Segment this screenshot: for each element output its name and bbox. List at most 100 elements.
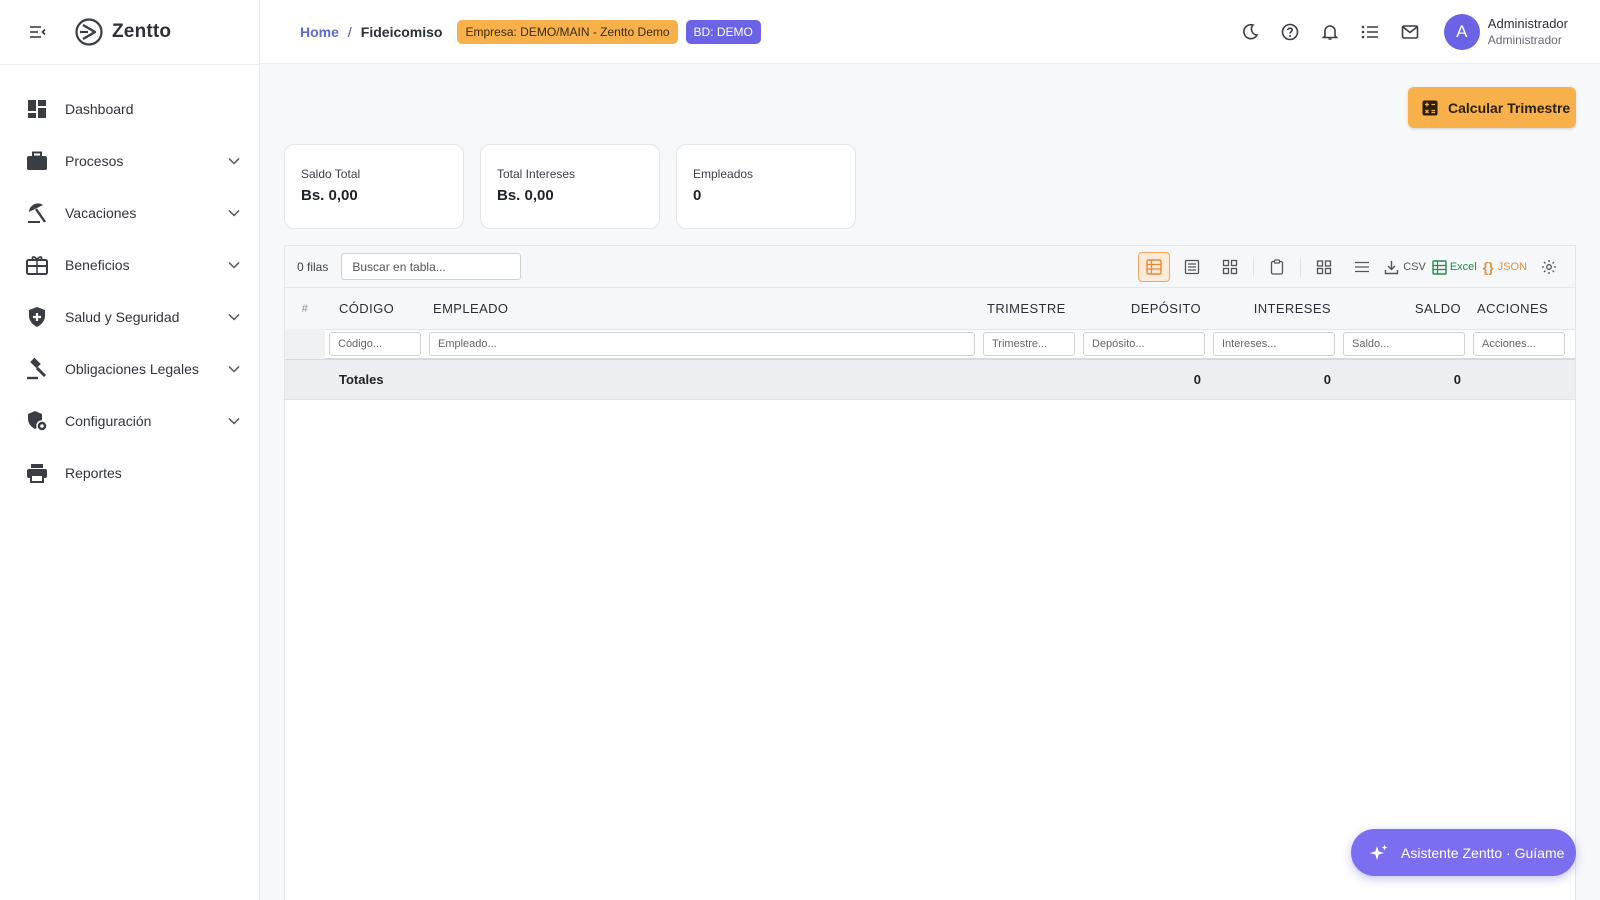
rows-count: 0 filas [297, 259, 329, 274]
sidebar-item-label: Procesos [65, 153, 124, 169]
card-value: 0 [693, 187, 702, 204]
grid-search-input[interactable] [341, 253, 522, 280]
table-view-icon[interactable] [1138, 252, 1171, 282]
json-braces-icon: {} [1482, 259, 1494, 275]
filter-saldo-input[interactable] [1343, 332, 1465, 356]
totals-intereses: 0 [1323, 372, 1331, 387]
gavel-icon [26, 358, 48, 380]
sidebar-item-label: Dashboard [65, 101, 134, 117]
col-header-codigo[interactable]: CÓDIGO [325, 301, 425, 316]
printer-icon [26, 462, 48, 484]
sidebar-item-label: Beneficios [65, 257, 130, 273]
chevron-down-icon [227, 206, 241, 220]
card-label: Empleados [693, 167, 754, 181]
filter-codigo-input[interactable] [329, 332, 421, 356]
grid-tools: CSV Excel {} JSON [1135, 246, 1575, 288]
avatar: A [1443, 14, 1480, 50]
sidebar-nav: Dashboard Procesos Vacaciones Beneficios [0, 65, 259, 499]
user-info: Administrador Administrador [1488, 15, 1568, 49]
col-header-trimestre[interactable]: TRIMESTRE [979, 301, 1079, 316]
task-list-icon[interactable] [1350, 12, 1390, 52]
mail-icon[interactable] [1390, 12, 1430, 52]
column-chooser-icon[interactable] [1308, 252, 1340, 282]
summary-card-saldo-total: Saldo Total Bs. 0,00 [284, 144, 464, 229]
sidebar-item-configuracion[interactable]: Configuración [0, 395, 259, 447]
card-label: Saldo Total [301, 167, 361, 181]
grid-filter-row [285, 329, 1575, 360]
toolbar-divider [1300, 257, 1302, 277]
card-view-icon[interactable] [1214, 252, 1246, 282]
col-header-intereses[interactable]: INTERESES [1209, 301, 1339, 316]
grid-toolbar: 0 filas CSV [285, 246, 1575, 288]
topbar-actions: A Administrador Administrador [1230, 0, 1600, 64]
export-json-button[interactable]: {} JSON [1483, 252, 1527, 282]
sidebar-item-label: Salud y Seguridad [65, 309, 180, 325]
export-csv-button[interactable]: CSV [1384, 252, 1426, 282]
sidebar-item-label: Reportes [65, 465, 122, 481]
spreadsheet-icon [1432, 259, 1447, 275]
chevron-down-icon [227, 154, 241, 168]
breadcrumb: Home / Fideicomiso [300, 24, 442, 40]
card-value: Bs. 0,00 [301, 187, 358, 204]
chevron-down-icon [227, 414, 241, 428]
sidebar-item-procesos[interactable]: Procesos [0, 135, 259, 187]
calculator-icon [1422, 100, 1438, 115]
user-role: Administrador [1487, 33, 1562, 47]
export-json-label: JSON [1497, 261, 1527, 273]
collapse-menu-icon[interactable] [28, 22, 48, 42]
filter-index-cell [285, 329, 325, 359]
briefcase-icon [26, 150, 48, 172]
grid-settings-gear-icon[interactable] [1533, 252, 1565, 282]
app-logo[interactable]: Zentto [74, 17, 171, 47]
sparkles-icon [1370, 844, 1388, 860]
density-icon[interactable] [1346, 252, 1378, 282]
company-badge[interactable]: Empresa: DEMO/MAIN - Zentto Demo [457, 19, 678, 44]
export-excel-label: Excel [1449, 261, 1477, 273]
breadcrumb-home-link[interactable]: Home [300, 24, 339, 40]
export-excel-button[interactable]: Excel [1432, 252, 1477, 282]
sidebar-item-label: Configuración [65, 413, 152, 429]
filter-acciones-input[interactable] [1473, 332, 1565, 356]
dark-mode-icon[interactable] [1230, 12, 1270, 52]
grid-totals-row: Totales 0 0 0 [285, 360, 1575, 400]
sidebar-item-obligaciones-legales[interactable]: Obligaciones Legales [0, 343, 259, 395]
topbar: Home / Fideicomiso Empresa: DEMO/MAIN - … [260, 0, 1600, 64]
filter-deposito-input[interactable] [1083, 332, 1205, 356]
zentto-logo-icon [75, 18, 103, 46]
filter-empleado-input[interactable] [429, 332, 975, 356]
sidebar-item-salud-seguridad[interactable]: Salud y Seguridad [0, 291, 259, 343]
database-badge[interactable]: BD: DEMO [685, 19, 761, 44]
sidebar-item-vacaciones[interactable]: Vacaciones [0, 187, 259, 239]
summary-card-empleados: Empleados 0 [676, 144, 856, 229]
assistant-label: Asistente Zentto · Guíame [1401, 844, 1565, 861]
calcular-trimestre-label: Calcular Trimestre [1448, 99, 1571, 116]
toolbar-divider [1253, 257, 1255, 277]
download-icon [1385, 260, 1399, 274]
notifications-bell-icon[interactable] [1310, 12, 1350, 52]
breadcrumb-separator: / [347, 23, 352, 40]
sidebar-item-dashboard[interactable]: Dashboard [0, 83, 259, 135]
user-menu[interactable]: A Administrador Administrador [1443, 14, 1568, 50]
col-header-index: # [301, 302, 309, 315]
sidebar-header: Zentto [0, 0, 259, 65]
app-name: Zentto [112, 21, 172, 42]
help-icon[interactable] [1270, 12, 1310, 52]
totals-deposito: 0 [1193, 372, 1201, 387]
col-header-deposito[interactable]: DEPÓSITO [1079, 301, 1209, 316]
sidebar-item-reportes[interactable]: Reportes [0, 447, 259, 499]
clipboard-copy-icon[interactable] [1261, 252, 1293, 282]
card-label: Total Intereses [497, 167, 576, 181]
assistant-button[interactable]: Asistente Zentto · Guíame [1351, 829, 1576, 876]
filter-trimestre-input[interactable] [983, 332, 1075, 356]
calcular-trimestre-button[interactable]: Calcular Trimestre [1408, 87, 1576, 128]
col-header-empleado[interactable]: EMPLEADO [425, 301, 979, 316]
sidebar-item-label: Obligaciones Legales [65, 361, 199, 377]
list-view-icon[interactable] [1176, 252, 1208, 282]
col-header-saldo[interactable]: SALDO [1339, 301, 1469, 316]
sidebar-item-beneficios[interactable]: Beneficios [0, 239, 259, 291]
gift-box-icon [26, 254, 48, 276]
export-csv-label: CSV [1403, 261, 1426, 273]
summary-card-total-intereses: Total Intereses Bs. 0,00 [480, 144, 660, 229]
filter-intereses-input[interactable] [1213, 332, 1335, 356]
admin-settings-icon [26, 410, 48, 432]
